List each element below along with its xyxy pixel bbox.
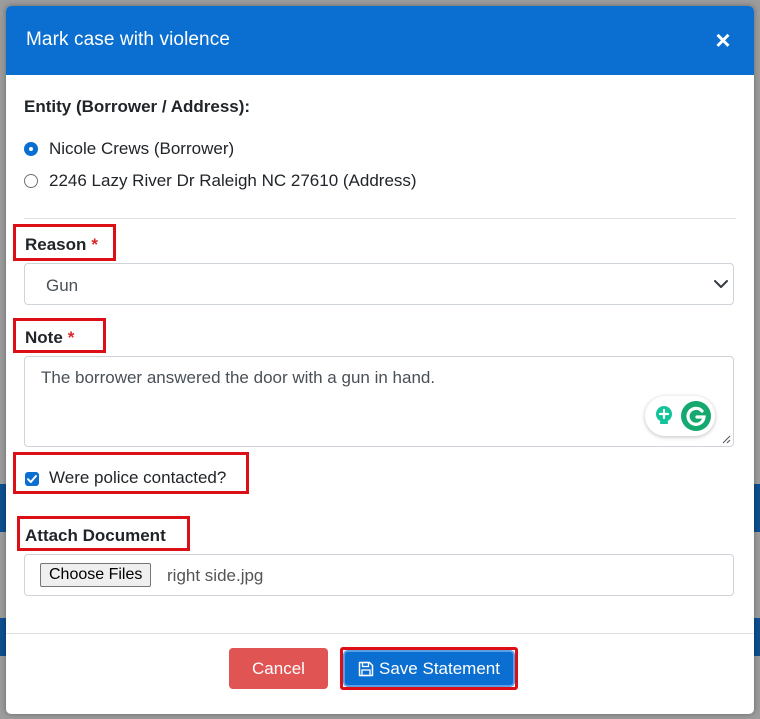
entity-option-address[interactable]: 2246 Lazy River Dr Raleigh NC 27610 (Add…	[24, 171, 417, 191]
floppy-disk-icon	[358, 661, 374, 676]
entity-option-address-label: 2246 Lazy River Dr Raleigh NC 27610 (Add…	[49, 171, 417, 190]
resize-handle-icon[interactable]	[722, 435, 731, 444]
file-input[interactable]: Choose Files right side.jpg	[24, 554, 734, 596]
reason-label-text: Reason	[25, 235, 87, 254]
reason-select[interactable]: Gun	[24, 263, 734, 305]
note-label-text: Note	[25, 328, 63, 347]
note-required-mark: *	[67, 328, 75, 347]
attach-document-label: Attach Document	[25, 526, 166, 545]
checkmark-icon	[27, 475, 37, 483]
grammarly-icon	[681, 401, 711, 431]
reason-label: Reason *	[25, 235, 98, 255]
chevron-down-icon	[714, 280, 728, 288]
modal-title: Mark case with violence	[26, 29, 230, 50]
save-statement-label: Save Statement	[379, 658, 500, 678]
grammarly-widget[interactable]	[645, 396, 715, 436]
selected-file-name: right side.jpg	[167, 566, 264, 585]
choose-files-button[interactable]: Choose Files	[40, 563, 152, 587]
lightbulb-icon	[656, 406, 672, 424]
radio-address[interactable]	[24, 174, 38, 188]
police-contacted-checkbox[interactable]	[25, 472, 39, 486]
note-textarea-value: The borrower answered the door with a gu…	[41, 368, 436, 387]
section-divider	[24, 218, 736, 219]
note-label: Note *	[25, 328, 74, 348]
note-textarea[interactable]: The borrower answered the door with a gu…	[24, 356, 734, 447]
cancel-button[interactable]: Cancel	[229, 648, 328, 689]
entity-option-borrower[interactable]: Nicole Crews (Borrower)	[24, 139, 234, 159]
close-button[interactable]: ×	[710, 26, 736, 54]
modal-header: Mark case with violence ×	[6, 6, 754, 75]
footer-divider	[6, 633, 754, 634]
reason-required-mark: *	[91, 235, 99, 254]
radio-borrower[interactable]	[24, 142, 38, 156]
reason-select-value: Gun	[46, 276, 79, 295]
entity-label: Entity (Borrower / Address):	[24, 97, 251, 116]
save-statement-button[interactable]: Save Statement	[345, 652, 513, 685]
violence-modal: Mark case with violence × Entity (Borrow…	[6, 6, 754, 714]
entity-option-borrower-label: Nicole Crews (Borrower)	[49, 139, 235, 158]
police-contacted-label: Were police contacted?	[49, 468, 227, 487]
